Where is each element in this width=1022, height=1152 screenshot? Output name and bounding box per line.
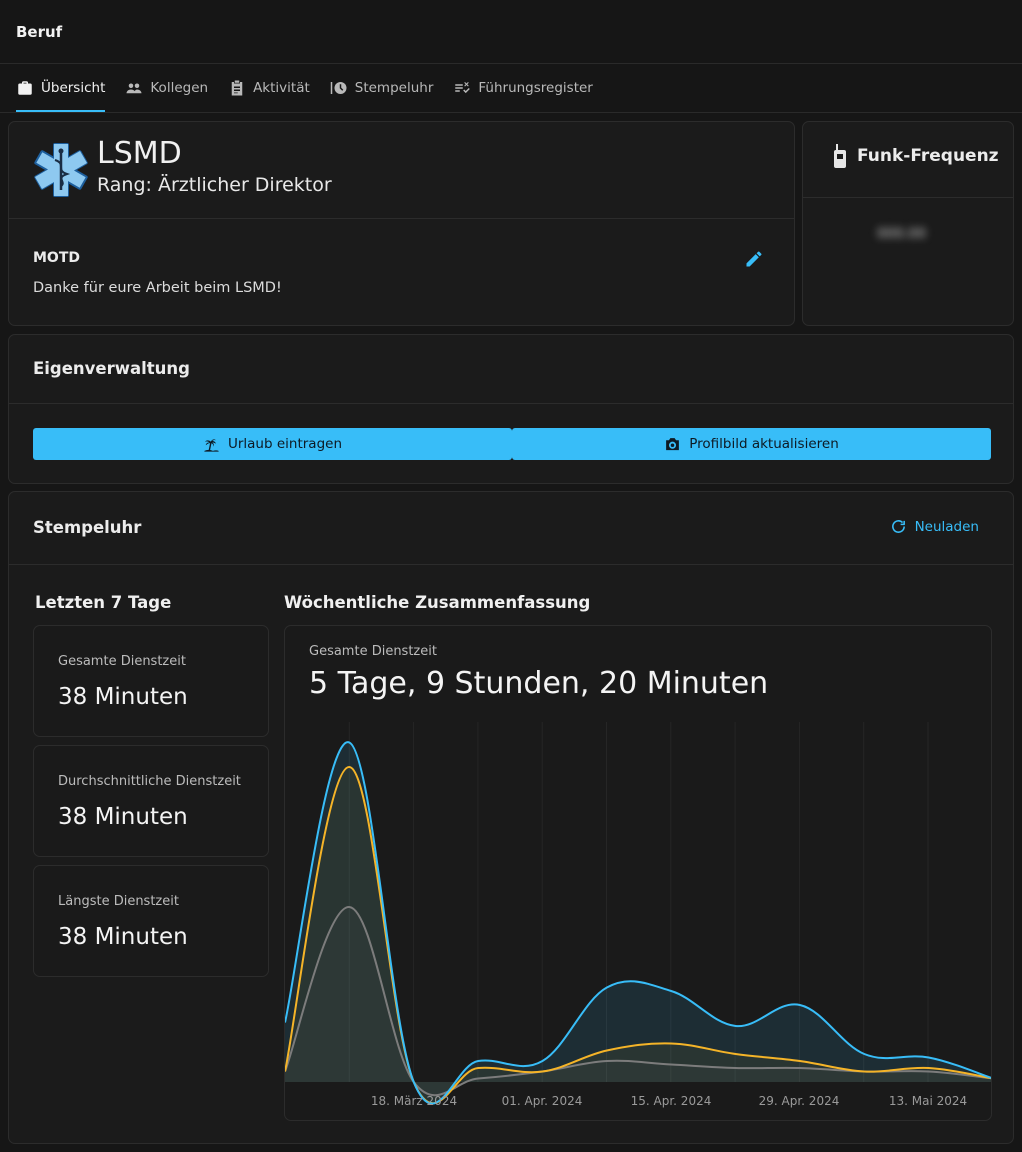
reload-button[interactable]: Neuladen (890, 518, 979, 535)
radio-frequency-value: 000.00 (877, 226, 926, 242)
chart-summary-label: Gesamte Dienstzeit (309, 644, 437, 659)
divider (9, 564, 1013, 565)
tab-label: Aktivität (253, 80, 310, 96)
weekly-summary-heading: Wöchentliche Zusammenfassung (284, 593, 591, 612)
x-tick-label: 15. Apr. 2024 (631, 1094, 712, 1108)
org-card: LSMD Rang: Ärztlicher Direktor MOTD Dank… (8, 121, 795, 326)
vacation-button[interactable]: Urlaub eintragen (33, 428, 512, 460)
tab-activity[interactable]: Aktivität (228, 64, 310, 112)
refresh-icon (891, 520, 905, 533)
clipboard-icon (231, 80, 243, 96)
chart-summary-value: 5 Tage, 9 Stunden, 20 Minuten (309, 666, 769, 701)
motd-label: MOTD (33, 250, 81, 266)
top-bar: Beruf (0, 0, 1022, 64)
vacation-button-label: Urlaub eintragen (227, 436, 343, 452)
tab-colleagues[interactable]: Kollegen (125, 64, 208, 112)
self-service-card: Eigenverwaltung Urlaub eintragen Profilb… (8, 334, 1014, 484)
org-rank: Rang: Ärztlicher Direktor (97, 174, 332, 196)
stat-average: Durchschnittliche Dienstzeit 38 Minuten (33, 745, 269, 857)
tab-leadership-register[interactable]: Führungsregister (453, 64, 593, 112)
x-tick-label: 13. Mai 2024 (889, 1094, 967, 1108)
radio-card: Funk-Frequenz 000.00 (802, 121, 1014, 326)
stat-label: Gesamte Dienstzeit (58, 654, 186, 669)
x-tick-label: 18. März 2024 (371, 1094, 457, 1108)
weekly-chart-card: Gesamte Dienstzeit 5 Tage, 9 Stunden, 20… (284, 625, 992, 1121)
tab-overview[interactable]: Übersicht (16, 64, 106, 112)
timeclock-title: Stempeluhr (33, 518, 142, 537)
tab-bar: Übersicht Kollegen Aktivität Stempeluhr … (0, 64, 1022, 113)
stat-value: 38 Minuten (58, 804, 188, 830)
divider (9, 403, 1013, 404)
tab-label: Kollegen (150, 80, 209, 96)
motd-text: Danke für eure Arbeit beim LSMD! (33, 280, 282, 296)
divider (9, 218, 794, 219)
x-tick-label: 01. Apr. 2024 (502, 1094, 583, 1108)
checklist-icon (455, 82, 471, 94)
profile-picture-button[interactable]: Profilbild aktualisieren (512, 428, 991, 460)
edit-motd-pencil-icon[interactable] (744, 249, 764, 269)
stat-total: Gesamte Dienstzeit 38 Minuten (33, 625, 269, 737)
radio-title: Funk-Frequenz (833, 144, 999, 168)
last-7-days-heading: Letzten 7 Tage (35, 593, 172, 612)
reload-label: Neuladen (914, 518, 979, 535)
camera-icon (666, 437, 680, 450)
org-name: LSMD (97, 136, 182, 171)
star-of-life-logo-icon (34, 143, 88, 197)
timeclock-icon (330, 82, 347, 94)
stat-value: 38 Minuten (58, 684, 188, 710)
walkie-talkie-icon (834, 144, 846, 168)
briefcase-icon (18, 81, 32, 95)
radio-title-text: Funk-Frequenz (857, 146, 999, 166)
tab-label: Übersicht (41, 80, 106, 96)
divider (803, 197, 1013, 198)
tab-timeclock[interactable]: Stempeluhr (330, 64, 434, 112)
tab-label: Führungsregister (478, 80, 593, 96)
island-icon (204, 438, 219, 452)
tab-label: Stempeluhr (354, 80, 434, 96)
profile-picture-button-label: Profilbild aktualisieren (689, 436, 839, 452)
x-tick-label: 29. Apr. 2024 (759, 1094, 840, 1108)
self-service-title: Eigenverwaltung (33, 359, 190, 378)
stat-value: 38 Minuten (58, 924, 188, 950)
timeclock-card: Stempeluhr Neuladen Letzten 7 Tage Wöche… (8, 491, 1014, 1144)
weekly-duty-chart: 18. März 2024 01. Apr. 2024 15. Apr. 2024 2… (285, 722, 991, 1108)
users-icon (126, 83, 142, 94)
stat-longest: Längste Dienstzeit 38 Minuten (33, 865, 269, 977)
stat-label: Längste Dienstzeit (58, 894, 179, 909)
stat-label: Durchschnittliche Dienstzeit (58, 774, 241, 789)
page-title: Beruf (16, 22, 63, 41)
